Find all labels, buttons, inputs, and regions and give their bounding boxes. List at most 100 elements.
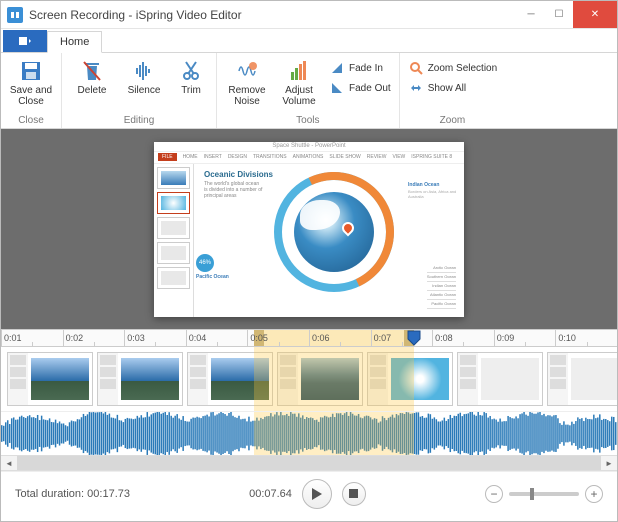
stop-button[interactable] — [342, 482, 366, 506]
close-button[interactable]: ✕ — [573, 1, 617, 28]
play-button[interactable] — [302, 479, 332, 509]
show-all-icon — [408, 80, 424, 96]
current-time: 00:07.64 — [249, 488, 292, 500]
ppt-thumbnail-panel — [154, 164, 194, 317]
ppt-ribbon: FILE HOME INSERT DESIGN TRANSITIONS ANIM… — [154, 152, 464, 164]
globe-chart — [274, 172, 394, 292]
total-duration: Total duration: 00:17.73 — [15, 488, 130, 500]
maximize-button[interactable]: ☐ — [545, 1, 573, 28]
ribbon-group-close: Save and Close Close — [1, 53, 62, 128]
preview-frame: Space Shuttle - PowerPoint FILE HOME INS… — [154, 142, 464, 317]
pacific-label: Pacific Ocean — [196, 274, 229, 280]
ppt-thumb-5 — [157, 267, 190, 289]
silence-button[interactable]: Silence — [122, 57, 166, 113]
minimize-button[interactable]: ─ — [517, 1, 545, 28]
ribbon-group-zoom: Zoom Selection Show All Zoom — [400, 53, 505, 128]
fade-out-label: Fade Out — [349, 83, 391, 94]
frame-thumb — [97, 352, 183, 406]
app-icon — [7, 7, 23, 23]
volume-icon — [287, 59, 311, 83]
pacific-badge: 46% — [196, 254, 214, 272]
frame-thumb — [7, 352, 93, 406]
tab-strip: Home — [1, 29, 617, 53]
remove-noise-button[interactable]: Remove Noise — [225, 57, 269, 113]
zoom-selection-icon — [408, 60, 424, 76]
indian-label: Indian OceanBorders on Asia, Africa and … — [408, 182, 458, 199]
ppt-thumb-1 — [157, 167, 190, 189]
ruler-tick: 0:03 — [124, 330, 186, 346]
frame-thumb — [367, 352, 453, 406]
stop-icon — [349, 489, 358, 498]
delete-icon — [80, 59, 104, 83]
fade-out-icon — [329, 80, 345, 96]
map-pin-icon — [340, 219, 357, 236]
frame-thumb — [547, 352, 617, 406]
ribbon-group-tools: Remove Noise Adjust Volume Fade In Fade … — [217, 53, 400, 128]
show-all-label: Show All — [428, 83, 466, 94]
horizontal-scrollbar[interactable]: ◄ ► — [1, 455, 617, 471]
timeline: 0:01 0:02 0:03 0:04 0:05 0:06 0:07 0:08 … — [1, 329, 617, 471]
frame-thumb — [457, 352, 543, 406]
adjust-volume-button[interactable]: Adjust Volume — [277, 57, 321, 113]
group-label-editing: Editing — [124, 115, 155, 126]
ruler-tick: 0:02 — [63, 330, 125, 346]
save-and-close-button[interactable]: Save and Close — [9, 57, 53, 113]
scroll-thumb[interactable] — [17, 456, 601, 470]
group-label-zoom: Zoom — [440, 115, 466, 126]
waveform — [1, 412, 617, 455]
zoom-selection-button[interactable]: Zoom Selection — [408, 59, 497, 77]
ruler-tick: 0:06 — [309, 330, 371, 346]
trim-label: Trim — [181, 85, 201, 96]
show-all-button[interactable]: Show All — [408, 79, 497, 97]
ppt-file-tab: FILE — [158, 153, 177, 161]
save-icon — [19, 59, 43, 83]
zoom-selection-label: Zoom Selection — [428, 63, 497, 74]
ruler-tick: 0:05 — [247, 330, 309, 346]
ppt-slide: Oceanic Divisions The world's global oce… — [194, 164, 464, 317]
trim-icon — [179, 59, 203, 83]
ruler-tick: 0:08 — [432, 330, 494, 346]
home-tab[interactable]: Home — [47, 31, 102, 53]
delete-label: Delete — [78, 85, 107, 96]
silence-icon — [132, 59, 156, 83]
frame-thumb — [187, 352, 273, 406]
playhead[interactable] — [407, 330, 421, 346]
ruler-tick: 0:07 — [371, 330, 433, 346]
fade-in-label: Fade In — [349, 63, 383, 74]
zoom-slider-thumb[interactable] — [530, 488, 534, 500]
video-preview: Space Shuttle - PowerPoint FILE HOME INS… — [1, 129, 617, 329]
playback-controls: Total duration: 00:17.73 00:07.64 − + — [1, 471, 617, 515]
fade-in-icon — [329, 60, 345, 76]
zoom-in-button[interactable]: + — [585, 485, 603, 503]
scroll-right-button[interactable]: ► — [601, 456, 617, 470]
zoom-control: − + — [485, 485, 603, 503]
save-close-label: Save and Close — [10, 85, 52, 107]
ruler-tick: 0:10 — [555, 330, 617, 346]
ruler-tick: 0:01 — [1, 330, 63, 346]
zoom-out-button[interactable]: − — [485, 485, 503, 503]
ribbon: Save and Close Close Delete Silence Trim… — [1, 53, 617, 129]
video-track[interactable] — [1, 347, 617, 411]
trim-button[interactable]: Trim — [174, 57, 208, 113]
timeline-ruler[interactable]: 0:01 0:02 0:03 0:04 0:05 0:06 0:07 0:08 … — [1, 329, 617, 347]
group-label-tools: Tools — [296, 115, 319, 126]
remove-noise-label: Remove Noise — [228, 85, 265, 107]
fade-in-button[interactable]: Fade In — [329, 59, 391, 77]
ppt-thumb-4 — [157, 242, 190, 264]
ruler-tick: 0:04 — [186, 330, 248, 346]
noise-icon — [235, 59, 259, 83]
zoom-slider[interactable] — [509, 492, 579, 496]
slide-legend: Arctic Ocean Southern Ocean Indian Ocean… — [427, 264, 456, 309]
ribbon-group-editing: Delete Silence Trim Editing — [62, 53, 217, 128]
audio-track[interactable] — [1, 411, 617, 455]
window-title: Screen Recording - iSpring Video Editor — [29, 8, 517, 22]
ppt-titlebar: Space Shuttle - PowerPoint — [154, 142, 464, 152]
window-buttons: ─ ☐ ✕ — [517, 1, 617, 28]
file-tab[interactable] — [3, 30, 47, 52]
ppt-thumb-2 — [157, 192, 190, 214]
scroll-left-button[interactable]: ◄ — [1, 456, 17, 470]
scroll-track[interactable] — [17, 456, 601, 470]
adjust-volume-label: Adjust Volume — [282, 85, 315, 107]
fade-out-button[interactable]: Fade Out — [329, 79, 391, 97]
delete-button[interactable]: Delete — [70, 57, 114, 113]
